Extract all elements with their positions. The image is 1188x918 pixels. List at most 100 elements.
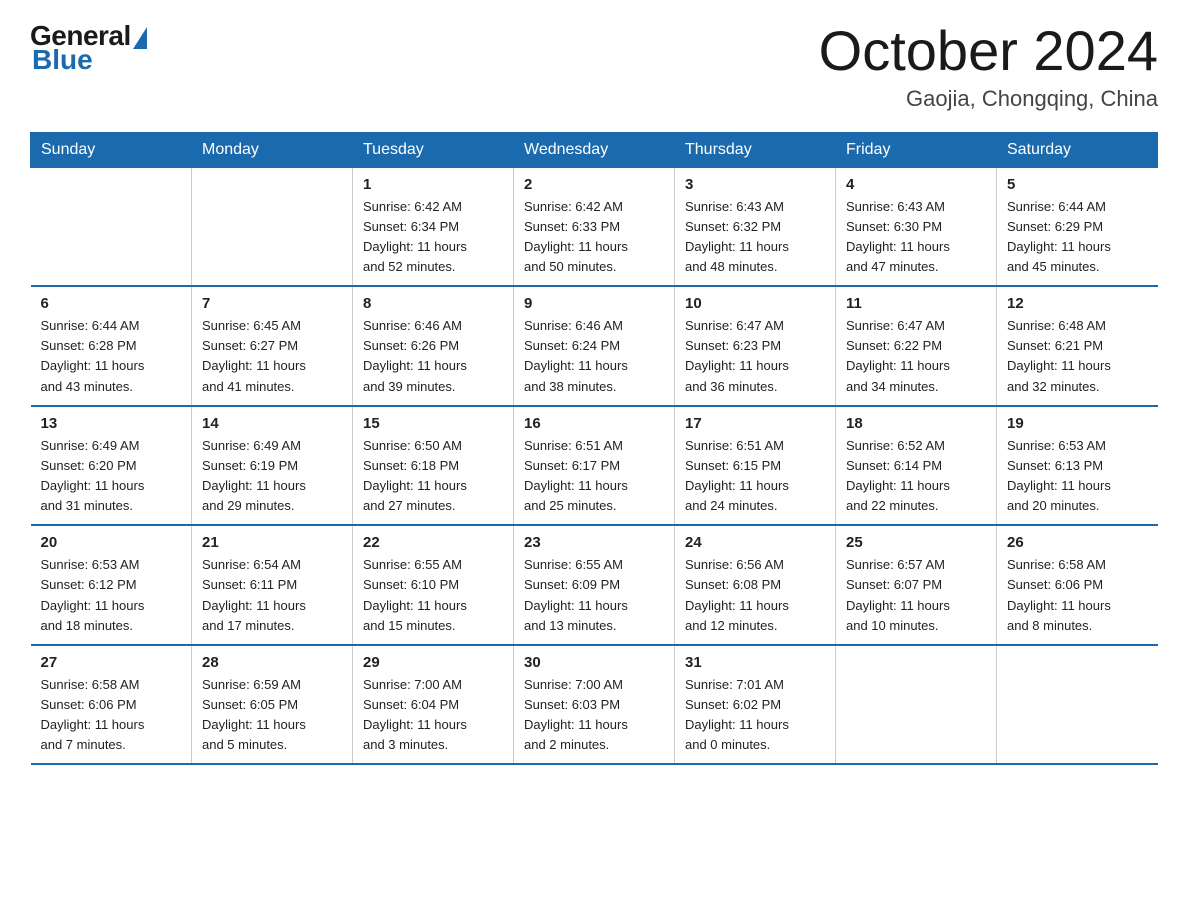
day-number: 3 bbox=[685, 176, 825, 193]
day-number: 18 bbox=[846, 415, 986, 432]
day-info: Sunrise: 6:50 AM Sunset: 6:18 PM Dayligh… bbox=[363, 436, 503, 517]
day-number: 13 bbox=[41, 415, 182, 432]
day-cell: 16 Sunrise: 6:51 AM Sunset: 6:17 PM Dayli… bbox=[514, 406, 675, 526]
day-number: 11 bbox=[846, 295, 986, 312]
header-monday: Monday bbox=[192, 132, 353, 167]
day-info: Sunrise: 6:45 AM Sunset: 6:27 PM Dayligh… bbox=[202, 316, 342, 397]
day-info: Sunrise: 6:42 AM Sunset: 6:34 PM Dayligh… bbox=[363, 197, 503, 278]
day-cell: 13 Sunrise: 6:49 AM Sunset: 6:20 PM Dayli… bbox=[31, 406, 192, 526]
day-info: Sunrise: 6:59 AM Sunset: 6:05 PM Dayligh… bbox=[202, 675, 342, 756]
day-cell: 1 Sunrise: 6:42 AM Sunset: 6:34 PM Daylig… bbox=[353, 167, 514, 286]
day-cell: 24 Sunrise: 6:56 AM Sunset: 6:08 PM Dayli… bbox=[675, 525, 836, 645]
day-number: 14 bbox=[202, 415, 342, 432]
day-info: Sunrise: 6:44 AM Sunset: 6:29 PM Dayligh… bbox=[1007, 197, 1148, 278]
calendar-header-row: SundayMondayTuesdayWednesdayThursdayFrid… bbox=[31, 132, 1158, 167]
header-sunday: Sunday bbox=[31, 132, 192, 167]
day-number: 4 bbox=[846, 176, 986, 193]
day-number: 16 bbox=[524, 415, 664, 432]
day-cell: 18 Sunrise: 6:52 AM Sunset: 6:14 PM Dayli… bbox=[836, 406, 997, 526]
day-number: 17 bbox=[685, 415, 825, 432]
day-info: Sunrise: 6:49 AM Sunset: 6:19 PM Dayligh… bbox=[202, 436, 342, 517]
day-number: 23 bbox=[524, 534, 664, 551]
day-number: 10 bbox=[685, 295, 825, 312]
calendar-table: SundayMondayTuesdayWednesdayThursdayFrid… bbox=[30, 132, 1158, 766]
day-cell: 22 Sunrise: 6:55 AM Sunset: 6:10 PM Dayli… bbox=[353, 525, 514, 645]
header-friday: Friday bbox=[836, 132, 997, 167]
day-info: Sunrise: 6:58 AM Sunset: 6:06 PM Dayligh… bbox=[1007, 555, 1148, 636]
day-number: 20 bbox=[41, 534, 182, 551]
week-row-5: 27 Sunrise: 6:58 AM Sunset: 6:06 PM Dayli… bbox=[31, 645, 1158, 765]
day-number: 27 bbox=[41, 654, 182, 671]
day-cell: 30 Sunrise: 7:00 AM Sunset: 6:03 PM Dayli… bbox=[514, 645, 675, 765]
day-info: Sunrise: 6:47 AM Sunset: 6:22 PM Dayligh… bbox=[846, 316, 986, 397]
day-info: Sunrise: 6:56 AM Sunset: 6:08 PM Dayligh… bbox=[685, 555, 825, 636]
day-info: Sunrise: 6:55 AM Sunset: 6:10 PM Dayligh… bbox=[363, 555, 503, 636]
day-cell: 12 Sunrise: 6:48 AM Sunset: 6:21 PM Dayli… bbox=[997, 286, 1158, 406]
day-cell: 20 Sunrise: 6:53 AM Sunset: 6:12 PM Dayli… bbox=[31, 525, 192, 645]
day-number: 28 bbox=[202, 654, 342, 671]
day-info: Sunrise: 7:00 AM Sunset: 6:03 PM Dayligh… bbox=[524, 675, 664, 756]
day-cell: 11 Sunrise: 6:47 AM Sunset: 6:22 PM Dayli… bbox=[836, 286, 997, 406]
day-number: 5 bbox=[1007, 176, 1148, 193]
day-cell: 27 Sunrise: 6:58 AM Sunset: 6:06 PM Dayli… bbox=[31, 645, 192, 765]
day-info: Sunrise: 7:01 AM Sunset: 6:02 PM Dayligh… bbox=[685, 675, 825, 756]
day-cell: 21 Sunrise: 6:54 AM Sunset: 6:11 PM Dayli… bbox=[192, 525, 353, 645]
day-info: Sunrise: 6:52 AM Sunset: 6:14 PM Dayligh… bbox=[846, 436, 986, 517]
header-wednesday: Wednesday bbox=[514, 132, 675, 167]
day-info: Sunrise: 7:00 AM Sunset: 6:04 PM Dayligh… bbox=[363, 675, 503, 756]
day-info: Sunrise: 6:46 AM Sunset: 6:26 PM Dayligh… bbox=[363, 316, 503, 397]
location: Gaojia, Chongqing, China bbox=[819, 86, 1158, 112]
day-info: Sunrise: 6:57 AM Sunset: 6:07 PM Dayligh… bbox=[846, 555, 986, 636]
header-tuesday: Tuesday bbox=[353, 132, 514, 167]
day-info: Sunrise: 6:53 AM Sunset: 6:13 PM Dayligh… bbox=[1007, 436, 1148, 517]
day-info: Sunrise: 6:44 AM Sunset: 6:28 PM Dayligh… bbox=[41, 316, 182, 397]
logo: General Blue bbox=[30, 20, 147, 76]
day-info: Sunrise: 6:54 AM Sunset: 6:11 PM Dayligh… bbox=[202, 555, 342, 636]
day-number: 1 bbox=[363, 176, 503, 193]
day-info: Sunrise: 6:43 AM Sunset: 6:30 PM Dayligh… bbox=[846, 197, 986, 278]
day-info: Sunrise: 6:42 AM Sunset: 6:33 PM Dayligh… bbox=[524, 197, 664, 278]
day-number: 2 bbox=[524, 176, 664, 193]
day-cell: 31 Sunrise: 7:01 AM Sunset: 6:02 PM Dayli… bbox=[675, 645, 836, 765]
day-cell: 8Sunrise: 6:46 AM Sunset: 6:26 PM Daylig… bbox=[353, 286, 514, 406]
day-info: Sunrise: 6:53 AM Sunset: 6:12 PM Dayligh… bbox=[41, 555, 182, 636]
day-cell: 9Sunrise: 6:46 AM Sunset: 6:24 PM Daylig… bbox=[514, 286, 675, 406]
logo-triangle-icon bbox=[133, 27, 147, 49]
month-title: October 2024 bbox=[819, 20, 1158, 82]
day-number: 12 bbox=[1007, 295, 1148, 312]
week-row-2: 6Sunrise: 6:44 AM Sunset: 6:28 PM Daylig… bbox=[31, 286, 1158, 406]
day-number: 30 bbox=[524, 654, 664, 671]
day-number: 15 bbox=[363, 415, 503, 432]
day-number: 24 bbox=[685, 534, 825, 551]
day-info: Sunrise: 6:51 AM Sunset: 6:17 PM Dayligh… bbox=[524, 436, 664, 517]
day-cell bbox=[31, 167, 192, 286]
day-cell bbox=[836, 645, 997, 765]
day-info: Sunrise: 6:58 AM Sunset: 6:06 PM Dayligh… bbox=[41, 675, 182, 756]
day-number: 21 bbox=[202, 534, 342, 551]
week-row-4: 20 Sunrise: 6:53 AM Sunset: 6:12 PM Dayli… bbox=[31, 525, 1158, 645]
day-info: Sunrise: 6:49 AM Sunset: 6:20 PM Dayligh… bbox=[41, 436, 182, 517]
logo-blue-text: Blue bbox=[32, 44, 93, 76]
header-thursday: Thursday bbox=[675, 132, 836, 167]
day-cell: 26 Sunrise: 6:58 AM Sunset: 6:06 PM Dayli… bbox=[997, 525, 1158, 645]
day-cell: 6Sunrise: 6:44 AM Sunset: 6:28 PM Daylig… bbox=[31, 286, 192, 406]
day-info: Sunrise: 6:47 AM Sunset: 6:23 PM Dayligh… bbox=[685, 316, 825, 397]
day-number: 26 bbox=[1007, 534, 1148, 551]
day-cell: 17 Sunrise: 6:51 AM Sunset: 6:15 PM Dayli… bbox=[675, 406, 836, 526]
day-number: 25 bbox=[846, 534, 986, 551]
day-cell bbox=[192, 167, 353, 286]
header-saturday: Saturday bbox=[997, 132, 1158, 167]
day-cell: 29Sunrise: 7:00 AM Sunset: 6:04 PM Dayli… bbox=[353, 645, 514, 765]
day-number: 19 bbox=[1007, 415, 1148, 432]
day-number: 31 bbox=[685, 654, 825, 671]
day-info: Sunrise: 6:51 AM Sunset: 6:15 PM Dayligh… bbox=[685, 436, 825, 517]
day-cell: 28 Sunrise: 6:59 AM Sunset: 6:05 PM Dayli… bbox=[192, 645, 353, 765]
day-cell: 15 Sunrise: 6:50 AM Sunset: 6:18 PM Dayli… bbox=[353, 406, 514, 526]
page-header: General Blue October 2024 Gaojia, Chongq… bbox=[30, 20, 1158, 112]
week-row-1: 1 Sunrise: 6:42 AM Sunset: 6:34 PM Daylig… bbox=[31, 167, 1158, 286]
day-info: Sunrise: 6:48 AM Sunset: 6:21 PM Dayligh… bbox=[1007, 316, 1148, 397]
day-info: Sunrise: 6:55 AM Sunset: 6:09 PM Dayligh… bbox=[524, 555, 664, 636]
day-info: Sunrise: 6:46 AM Sunset: 6:24 PM Dayligh… bbox=[524, 316, 664, 397]
day-number: 22 bbox=[363, 534, 503, 551]
day-cell: 14 Sunrise: 6:49 AM Sunset: 6:19 PM Dayli… bbox=[192, 406, 353, 526]
